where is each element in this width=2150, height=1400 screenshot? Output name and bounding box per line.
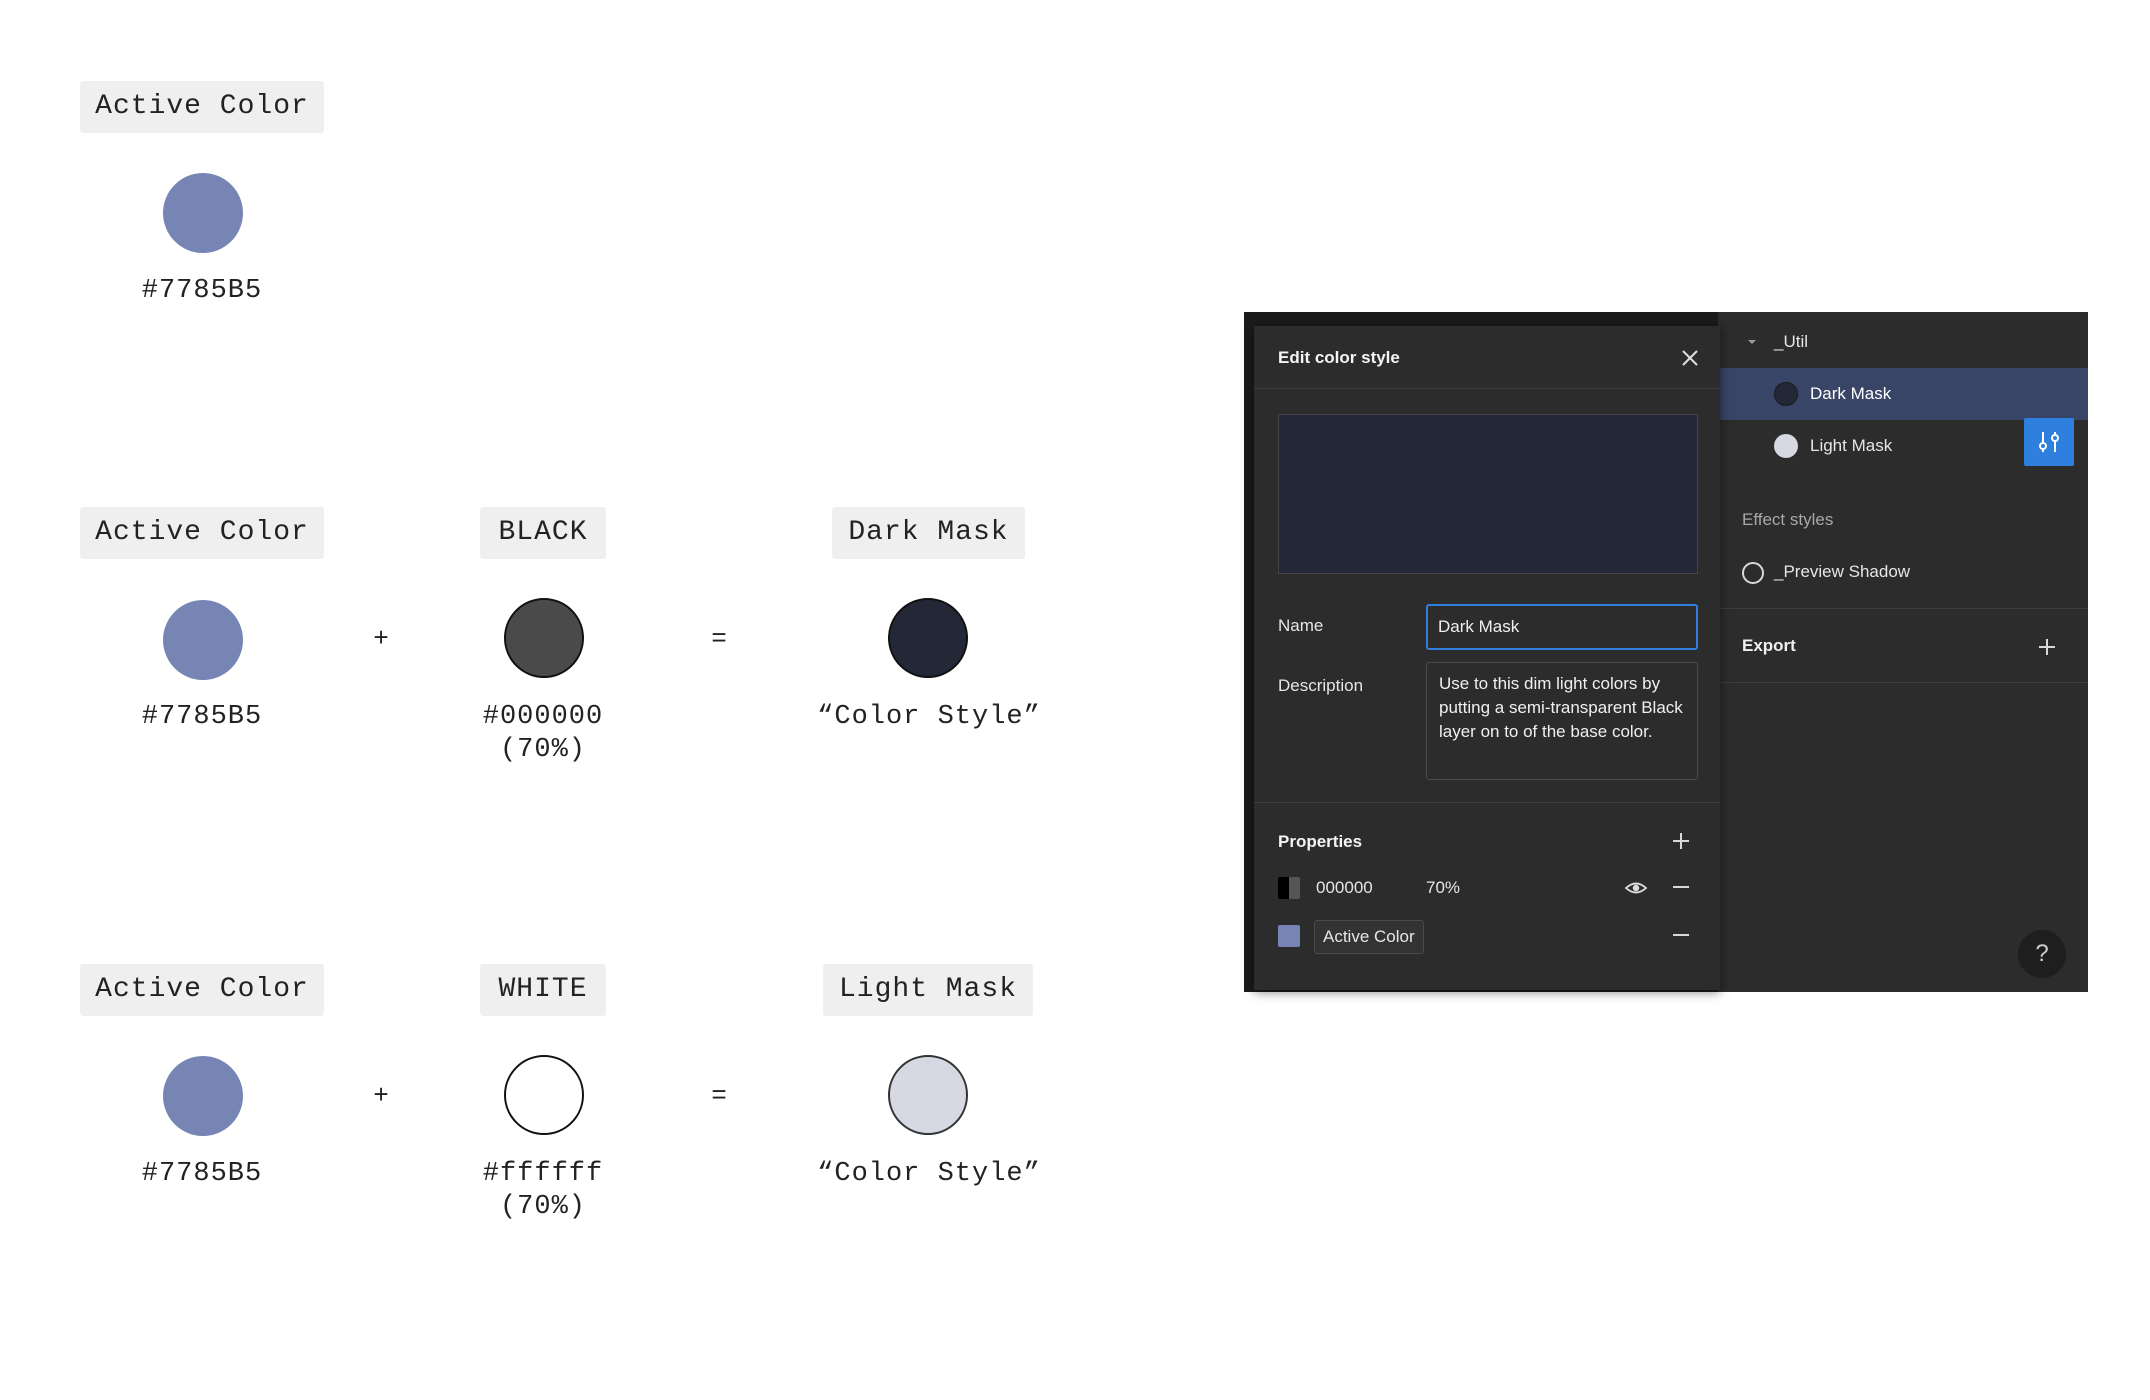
- fill-row-active-color[interactable]: Active Color: [1254, 916, 1720, 956]
- plus-operator: +: [373, 624, 389, 654]
- style-item-label: Dark Mask: [1810, 384, 1892, 403]
- description-input[interactable]: Use to this dim light colors by putting …: [1426, 662, 1698, 780]
- modal-title: Edit color style: [1278, 348, 1400, 367]
- plus-icon[interactable]: [1672, 832, 1690, 850]
- hex-black: #000000: [482, 702, 604, 732]
- effect-styles-heading: Effect styles: [1742, 510, 1834, 529]
- swatch-dark-mask-icon: [1774, 382, 1798, 406]
- swatch-active-color: [163, 600, 243, 680]
- style-item-dark-mask[interactable]: Dark Mask: [1718, 368, 2088, 420]
- properties-heading: Properties: [1278, 832, 1363, 851]
- swatch-dark-mask: [888, 598, 968, 678]
- active-color-swatch-icon: [1278, 925, 1300, 947]
- adjust-style-icon[interactable]: [2024, 418, 2074, 466]
- label-white: WHITE: [480, 964, 606, 1016]
- checker-swatch-icon: [1278, 877, 1300, 899]
- caret-down-icon[interactable]: [1746, 337, 1758, 347]
- effect-item-preview-shadow[interactable]: _Preview Shadow: [1774, 562, 1910, 582]
- close-icon[interactable]: [1680, 348, 1700, 368]
- style-item-light-mask[interactable]: Light Mask: [1718, 418, 2088, 472]
- name-label: Name: [1278, 616, 1324, 635]
- swatch-black: [504, 598, 584, 678]
- color-preview: [1278, 414, 1698, 574]
- label-active-color: Active Color: [80, 964, 324, 1016]
- label-black: BLACK: [480, 507, 606, 559]
- style-chip[interactable]: Active Color: [1314, 920, 1424, 954]
- opacity-white: (70%): [499, 1192, 586, 1222]
- minus-icon[interactable]: [1672, 926, 1690, 944]
- export-heading: Export: [1742, 636, 1796, 655]
- label-active-color: Active Color: [80, 507, 324, 559]
- hex-active-color: #7785B5: [141, 1159, 263, 1189]
- fill-opacity[interactable]: 70%: [1426, 878, 1460, 898]
- fill-row-black[interactable]: 000000 70%: [1254, 868, 1720, 908]
- hex-active-color: #7785B5: [141, 276, 263, 306]
- description-label: Description: [1278, 676, 1364, 695]
- hex-active-color: #7785B5: [141, 702, 263, 732]
- edit-color-style-modal: Edit color style Name Dark Mask Descript…: [1254, 326, 1720, 990]
- swatch-white: [504, 1055, 584, 1135]
- caption-color-style: “Color Style”: [817, 1159, 1041, 1189]
- style-group-util[interactable]: _Util: [1774, 332, 1808, 352]
- style-item-label: Light Mask: [1810, 436, 1893, 455]
- equals-operator: =: [711, 1081, 727, 1111]
- name-input[interactable]: Dark Mask: [1426, 604, 1698, 650]
- swatch-active-color: [163, 1056, 243, 1136]
- minus-icon[interactable]: [1672, 878, 1690, 896]
- label-light-mask: Light Mask: [823, 964, 1033, 1016]
- help-icon[interactable]: ?: [2018, 930, 2066, 978]
- divider: [1718, 682, 2088, 683]
- fill-hex[interactable]: 000000: [1316, 878, 1373, 898]
- label-active-color: Active Color: [80, 81, 324, 133]
- styles-sidebar: _Util Dark Mask Light Mask Effect styles…: [1718, 312, 2088, 992]
- label-dark-mask: Dark Mask: [832, 507, 1025, 559]
- plus-operator: +: [373, 1081, 389, 1111]
- swatch-light-mask-icon: [1774, 434, 1798, 458]
- divider: [1254, 802, 1720, 803]
- swatch-active-color: [163, 173, 243, 253]
- eye-icon[interactable]: [1624, 878, 1648, 898]
- effect-ring-icon: [1742, 562, 1764, 584]
- hex-white: #ffffff: [482, 1159, 604, 1189]
- equals-operator: =: [711, 624, 727, 654]
- swatch-light-mask: [888, 1055, 968, 1135]
- plus-icon[interactable]: [2038, 638, 2056, 656]
- opacity-black: (70%): [499, 735, 586, 765]
- divider: [1254, 388, 1720, 389]
- caption-color-style: “Color Style”: [817, 702, 1041, 732]
- divider: [1718, 608, 2088, 609]
